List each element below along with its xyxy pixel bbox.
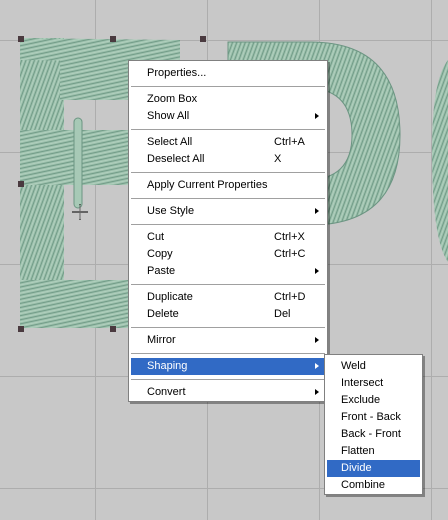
menu-item-label: Cut: [147, 231, 165, 243]
menu-item-label: Copy: [147, 248, 173, 260]
menu-item-label: Show All: [147, 110, 190, 122]
menu-item-shortcut: Ctrl+C: [274, 248, 306, 260]
selection-handle[interactable]: [110, 326, 116, 332]
menu-item-label: Front - Back: [341, 411, 401, 423]
menu-item-shortcut: Ctrl+X: [274, 231, 305, 243]
menu-item-label: Flatten: [341, 445, 375, 457]
menu-item-label: Use Style: [147, 205, 195, 217]
menu-item-duplicate[interactable]: Duplicate Ctrl+D: [129, 289, 327, 306]
submenu-arrow-icon: [315, 389, 319, 395]
submenu-arrow-icon: [315, 268, 319, 274]
menu-item-label: Apply Current Properties: [147, 179, 268, 191]
menu-item-copy[interactable]: Copy Ctrl+C: [129, 246, 327, 263]
menu-item-intersect[interactable]: Intersect: [325, 375, 422, 392]
menu-item-label: Delete: [147, 308, 179, 320]
selection-handle[interactable]: [110, 36, 116, 42]
menu-item-combine[interactable]: Combine: [325, 477, 422, 494]
shaping-submenu: Weld Intersect Exclude Front - Back Back - F…: [324, 354, 423, 495]
menu-item-show-all[interactable]: Show All: [129, 108, 327, 125]
menu-item-zoom-box[interactable]: Zoom Box: [129, 91, 327, 108]
move-cursor-icon: [72, 204, 88, 220]
menu-item-apply-current-properties[interactable]: Apply Current Properties: [129, 177, 327, 194]
context-menu: Properties... Zoom Box Show All Select All C…: [128, 60, 328, 402]
menu-item-label: Divide: [341, 462, 372, 474]
menu-item-shortcut: X: [274, 153, 282, 165]
menu-item-mirror[interactable]: Mirror: [129, 332, 327, 349]
submenu-arrow-icon: [315, 208, 319, 214]
menu-item-exclude[interactable]: Exclude: [325, 392, 422, 409]
submenu-arrow-icon: [315, 337, 319, 343]
menu-item-label: Deselect All: [147, 153, 205, 165]
submenu-arrow-icon: [315, 363, 319, 369]
menu-separator: [131, 284, 325, 285]
menu-item-paste[interactable]: Paste: [129, 263, 327, 280]
menu-item-label: Combine: [341, 479, 386, 491]
menu-separator: [131, 86, 325, 87]
menu-item-cut[interactable]: Cut Ctrl+X: [129, 229, 327, 246]
menu-item-divide[interactable]: Divide: [327, 460, 420, 477]
menu-item-shaping[interactable]: Shaping: [131, 358, 325, 375]
menu-item-label: Back - Front: [341, 428, 401, 440]
menu-item-label: Paste: [147, 265, 176, 277]
menu-separator: [131, 353, 325, 354]
menu-item-properties[interactable]: Properties...: [129, 65, 327, 82]
menu-item-flatten[interactable]: Flatten: [325, 443, 422, 460]
menu-item-use-style[interactable]: Use Style: [129, 203, 327, 220]
menu-item-label: Properties...: [147, 67, 207, 79]
menu-separator: [131, 172, 325, 173]
selection-handle[interactable]: [18, 326, 24, 332]
menu-item-shortcut: Del: [274, 308, 291, 320]
menu-item-front-back[interactable]: Front - Back: [325, 409, 422, 426]
menu-item-select-all[interactable]: Select All Ctrl+A: [129, 134, 327, 151]
menu-item-label: Shaping: [147, 360, 188, 372]
menu-separator: [131, 129, 325, 130]
menu-separator: [131, 379, 325, 380]
menu-item-convert[interactable]: Convert: [129, 384, 327, 401]
menu-item-deselect-all[interactable]: Deselect All X: [129, 151, 327, 168]
menu-separator: [131, 327, 325, 328]
menu-item-label: Weld: [341, 360, 366, 372]
menu-item-label: Zoom Box: [147, 93, 198, 105]
menu-separator: [131, 224, 325, 225]
menu-item-label: Select All: [147, 136, 193, 148]
menu-item-label: Mirror: [147, 334, 176, 346]
submenu-arrow-icon: [315, 113, 319, 119]
letter-c-edge: [432, 60, 448, 262]
selection-handle[interactable]: [18, 181, 24, 187]
menu-item-weld[interactable]: Weld: [325, 358, 422, 375]
menu-item-label: Duplicate: [147, 291, 193, 303]
menu-item-shortcut: Ctrl+D: [274, 291, 306, 303]
menu-item-label: Intersect: [341, 377, 384, 389]
menu-item-label: Exclude: [341, 394, 381, 406]
menu-item-delete[interactable]: Delete Del: [129, 306, 327, 323]
menu-item-label: Convert: [147, 386, 186, 398]
menu-item-shortcut: Ctrl+A: [274, 136, 305, 148]
menu-item-back-front[interactable]: Back - Front: [325, 426, 422, 443]
selection-handle[interactable]: [200, 36, 206, 42]
selection-handle[interactable]: [18, 36, 24, 42]
menu-separator: [131, 198, 325, 199]
